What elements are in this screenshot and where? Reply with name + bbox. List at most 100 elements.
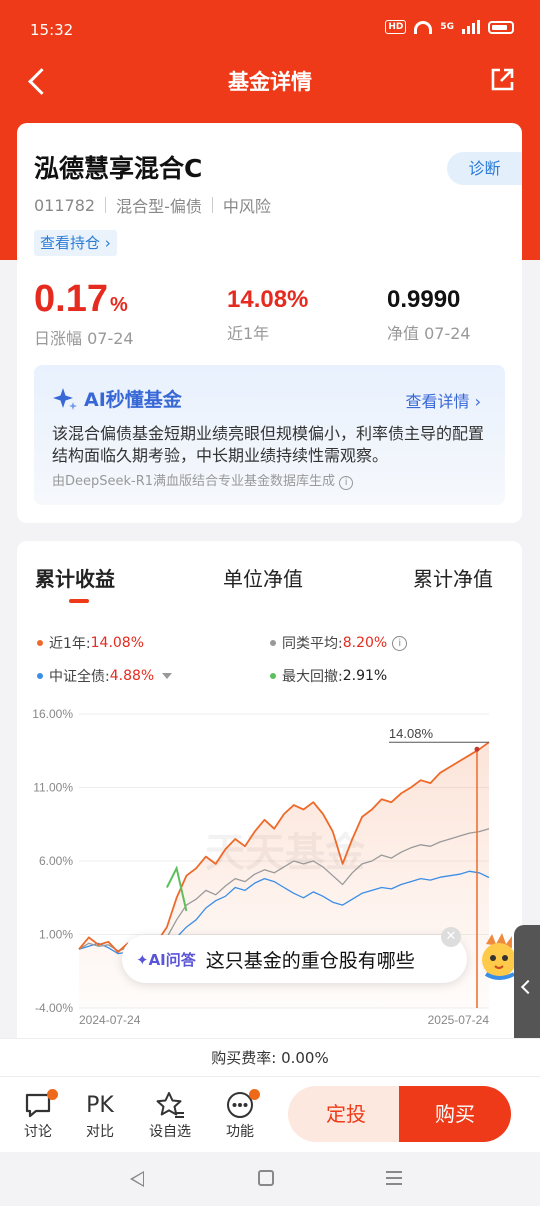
more-dots-icon xyxy=(218,1089,262,1121)
tag-divider xyxy=(211,197,213,213)
sparkle-icon xyxy=(53,387,77,410)
legend-value: 8.20% xyxy=(342,635,388,651)
legend-peer-average: 同类平均: 8.20% i xyxy=(270,633,408,653)
network-type: 5G xyxy=(440,22,454,32)
diagnose-button[interactable]: 诊断 xyxy=(447,152,522,185)
info-icon[interactable]: i xyxy=(339,476,354,490)
y-tick-label: -4.00% xyxy=(35,1001,73,1015)
battery-icon xyxy=(488,20,514,34)
daily-change-value: 0.17 xyxy=(34,278,108,320)
nav-label: 净值 07-24 xyxy=(387,324,471,343)
hd-icon: HD xyxy=(385,20,407,34)
compare-label: 对比 xyxy=(86,1124,114,1140)
view-holdings-button[interactable]: 查看持仓 › xyxy=(34,230,117,256)
tab-cumulative-nav[interactable]: 累计净值 xyxy=(413,563,493,592)
chat-bubble-icon xyxy=(16,1089,60,1121)
page-title: 基金详情 xyxy=(228,70,312,94)
status-time: 15:32 xyxy=(30,21,74,39)
nav-bar: 基金详情 xyxy=(0,56,540,106)
compare-button[interactable]: PK 对比 xyxy=(78,1089,122,1141)
buy-button[interactable]: 购买 xyxy=(399,1086,511,1142)
add-watchlist-button[interactable]: 设自选 xyxy=(148,1089,192,1141)
notification-dot xyxy=(249,1089,260,1100)
dropdown-triangle-icon xyxy=(162,673,173,679)
system-nav-bar xyxy=(0,1152,540,1206)
fund-card: 泓德慧享混合C 诊断 011782 混合型-偏债 中风险 查看持仓 › 0.17… xyxy=(17,123,522,523)
ai-summary-title: AI秒懂基金 xyxy=(52,385,182,412)
chart-tabs: 累计收益 单位净值 累计净值 xyxy=(17,561,522,605)
daily-change-label: 日涨幅 07-24 xyxy=(34,329,134,348)
nav-value: 0.9990 xyxy=(387,286,461,313)
tab-cumulative-return[interactable]: 累计收益 xyxy=(35,563,115,592)
discussion-label: 讨论 xyxy=(24,1124,52,1140)
bottom-action-bar: 讨论 PK 对比 设自选 功能 定投 购买 xyxy=(0,1076,540,1152)
pk-icon: PK xyxy=(86,1092,114,1118)
yearly-return-value: 14.08% xyxy=(227,286,309,313)
legend-dot xyxy=(270,673,276,679)
legend-bond-index[interactable]: 中证全债: 4.88% xyxy=(37,666,173,686)
yearly-return-stat: 14.08% 近1年 xyxy=(227,286,308,344)
y-tick-label: 11.00% xyxy=(33,781,73,795)
legend-dot xyxy=(37,640,43,646)
fund-tags: 011782 混合型-偏债 中风险 xyxy=(34,193,271,217)
system-back-icon[interactable] xyxy=(130,1171,144,1187)
daily-change-unit: % xyxy=(109,294,128,316)
crosshair-point xyxy=(474,746,480,752)
daily-change-stat: 0.17% 日涨幅 07-24 xyxy=(34,278,134,349)
legend-max-drawdown: 最大回撤: 2.91% xyxy=(270,666,387,686)
y-tick-label: 1.00% xyxy=(39,928,73,942)
yearly-return-label: 近1年 xyxy=(227,324,270,343)
fund-name: 泓德慧享混合C xyxy=(34,154,203,183)
legend-value: 2.91% xyxy=(342,668,388,684)
legend-dot xyxy=(37,673,43,679)
system-home-icon[interactable] xyxy=(258,1170,274,1186)
side-panel-handle[interactable] xyxy=(514,925,540,1051)
ai-more-link[interactable]: 查看详情 › xyxy=(405,388,481,412)
notification-dot xyxy=(47,1089,58,1100)
status-bar: 15:32 HD 5G xyxy=(0,0,540,56)
legend-yearly: 近1年: 14.08% xyxy=(37,633,144,653)
tag-divider xyxy=(105,197,107,213)
discussion-button[interactable]: 讨论 xyxy=(16,1089,60,1141)
share-icon[interactable] xyxy=(488,66,516,94)
status-icons: HD 5G xyxy=(385,20,514,34)
close-icon[interactable]: ✕ xyxy=(441,927,461,947)
legend-name: 中证全债: xyxy=(49,669,110,685)
legend-name: 近1年: xyxy=(49,636,91,652)
star-plus-icon xyxy=(148,1089,192,1121)
fund-risk: 中风险 xyxy=(222,197,271,216)
ai-summary-text: 该混合偏债基金短期业绩亮眼但规模偏小，利率债主导的配置结构面临久期考验，中长期业… xyxy=(52,424,485,465)
y-tick-label: 6.00% xyxy=(39,854,73,868)
add-watchlist-label: 设自选 xyxy=(149,1124,191,1140)
signal-icon xyxy=(462,20,480,34)
end-value-label: 14.08% xyxy=(389,726,434,741)
chevron-right-icon: › xyxy=(474,392,481,411)
tab-unit-nav[interactable]: 单位净值 xyxy=(223,563,303,592)
ai-qa-badge: ✦AI问答 xyxy=(136,950,196,969)
ai-question-popup[interactable]: ✦AI问答 这只基金的重仓股有哪些 ✕ xyxy=(122,927,467,983)
legend-value: 14.08% xyxy=(90,635,145,651)
ai-question-text: 这只基金的重仓股有哪些 xyxy=(205,949,415,972)
ai-title-text: AI秒懂基金 xyxy=(84,389,182,411)
legend-dot xyxy=(270,640,276,646)
auto-invest-button[interactable]: 定投 xyxy=(288,1086,404,1142)
legend-name: 最大回撤: xyxy=(282,669,343,685)
info-icon[interactable]: i xyxy=(392,635,408,651)
legend-name: 同类平均: xyxy=(282,636,343,652)
ai-source-text: 由DeepSeek-R1满血版结合专业基金数据库生成 xyxy=(52,474,336,489)
active-tab-indicator xyxy=(69,599,89,603)
functions-label: 功能 xyxy=(226,1124,254,1140)
nav-stat: 0.9990 净值 07-24 xyxy=(387,286,471,344)
system-menu-icon[interactable] xyxy=(386,1171,402,1185)
purchase-fee-bar: 购买费率: 0.00% xyxy=(0,1038,540,1076)
ai-source-note: 由DeepSeek-R1满血版结合专业基金数据库生成 i xyxy=(52,470,354,490)
fund-type: 混合型-偏债 xyxy=(116,197,202,216)
y-tick-label: 16.00% xyxy=(32,707,73,721)
ai-summary-box[interactable]: AI秒懂基金 查看详情 › 该混合偏债基金短期业绩亮眼但规模偏小，利率债主导的配… xyxy=(34,365,505,505)
x-tick-label: 2024-07-24 xyxy=(79,1013,141,1026)
wifi-icon xyxy=(414,20,433,34)
x-tick-label: 2025-07-24 xyxy=(428,1013,490,1026)
ai-more-text: 查看详情 xyxy=(405,392,470,411)
chart-card: 累计收益 单位净值 累计净值 近1年: 14.08% 同类平均: 8.20% i 中… xyxy=(17,541,522,1061)
functions-button[interactable]: 功能 xyxy=(218,1089,262,1141)
